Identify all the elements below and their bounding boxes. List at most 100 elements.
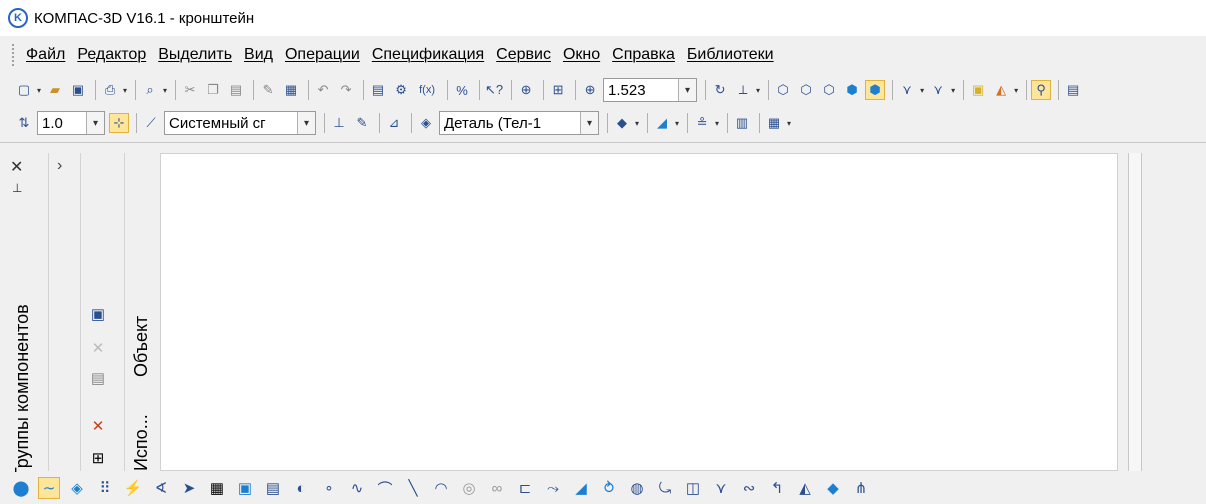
pin-icon[interactable]: ⊥ [12, 181, 22, 195]
zoom-frame-icon[interactable]: ⊞ [548, 80, 568, 100]
display-mode-icon[interactable]: ⋎ [928, 80, 948, 100]
grid-icon[interactable]: ⊹ [109, 113, 129, 133]
new-document-icon[interactable]: ▢ [14, 80, 34, 100]
spiral-icon[interactable]: ◎ [458, 477, 480, 499]
loft-icon[interactable]: ◍ [626, 477, 648, 499]
coord-system-combo[interactable]: Системный сг ▾ [164, 111, 316, 135]
menu-file[interactable]: Файл [26, 46, 65, 64]
unfold-icon[interactable]: ⋔ [850, 477, 872, 499]
curve-icon[interactable]: ∼ [38, 477, 60, 499]
structure-icon[interactable]: ⊞ [87, 447, 109, 469]
open-icon[interactable]: ▰ [45, 80, 65, 100]
line-icon[interactable]: ╲ [402, 477, 424, 499]
chevron-down-icon[interactable]: ▾ [580, 112, 598, 134]
orient-icon[interactable]: ⊿ [384, 113, 404, 133]
dropdown-arrow-icon[interactable]: ▾ [675, 119, 679, 128]
menu-view[interactable]: Вид [244, 46, 273, 64]
layers-icon[interactable]: ≗ [692, 113, 712, 133]
section-icon[interactable]: ▣ [968, 80, 988, 100]
replace-icon[interactable]: ▤ [87, 367, 109, 389]
halftone-edges-icon[interactable]: ⬢ [865, 80, 886, 100]
zoom-combo[interactable]: 1.523 ▾ [603, 78, 698, 102]
toolbar-grip[interactable] [12, 44, 16, 66]
preview-icon[interactable]: ⌕ [140, 80, 160, 100]
dot-icon[interactable]: ∘ [318, 477, 340, 499]
display-filter-icon[interactable]: ⋎ [897, 80, 917, 100]
menu-libraries[interactable]: Библиотеки [687, 46, 774, 64]
chevron-down-icon[interactable]: ▾ [297, 112, 315, 134]
attributes-icon[interactable]: ▦ [764, 113, 784, 133]
sweep-icon[interactable]: ⤿ [654, 477, 676, 499]
dropdown-arrow-icon[interactable]: ▾ [635, 119, 639, 128]
thin-hidden-icon[interactable]: ⬡ [819, 80, 839, 100]
dropdown-arrow-icon[interactable]: ▾ [715, 119, 719, 128]
component-groups-label[interactable]: Группы компонентов [12, 247, 33, 477]
settings-icon[interactable]: ▤ [1063, 80, 1083, 100]
deform-icon[interactable]: ◭ [794, 477, 816, 499]
save-icon[interactable]: ▣ [68, 80, 88, 100]
hidden-lines-icon[interactable]: ⬡ [796, 80, 816, 100]
rotate-icon[interactable]: ↻ [710, 80, 730, 100]
redo-icon[interactable]: ↷ [336, 80, 356, 100]
coord-system-icon[interactable]: ⟋ [141, 113, 161, 133]
chevron-right-icon[interactable]: › [57, 157, 62, 175]
model-canvas[interactable] [160, 153, 1118, 471]
zoom-icon[interactable]: ⊕ [580, 80, 600, 100]
join-icon[interactable]: ∾ [738, 477, 760, 499]
menu-service[interactable]: Сервис [496, 46, 551, 64]
object-type-combo[interactable]: Деталь (Тел-1 ▾ [439, 111, 599, 135]
orientation-icon[interactable]: ⟂ [733, 80, 753, 100]
surface-icon[interactable]: ◈ [66, 477, 88, 499]
dropdown-arrow-icon[interactable]: ▾ [37, 86, 41, 95]
paste-icon[interactable]: ▤ [226, 80, 246, 100]
uses-label[interactable]: Испо... [131, 389, 152, 471]
wireframe-icon[interactable]: ⬡ [773, 80, 793, 100]
menu-operations[interactable]: Операции [285, 46, 360, 64]
chevron-down-icon[interactable]: ▾ [86, 112, 104, 134]
bracket-icon[interactable]: ⊏ [514, 477, 536, 499]
copy-properties-icon[interactable]: ✎ [258, 80, 278, 100]
dropdown-arrow-icon[interactable]: ▾ [163, 86, 167, 95]
square-icon[interactable]: ▣ [234, 477, 256, 499]
menu-window[interactable]: Окно [563, 46, 600, 64]
menu-select[interactable]: Выделить [158, 46, 232, 64]
material-icon[interactable]: ◢ [652, 113, 672, 133]
local-cs-icon[interactable]: ⊥ [329, 113, 349, 133]
angle-icon[interactable]: ∢ [150, 477, 172, 499]
fillet-icon[interactable]: ↰ [766, 477, 788, 499]
chevron-down-icon[interactable]: ▾ [678, 79, 697, 101]
copy-objects-icon[interactable]: ▤ [262, 477, 284, 499]
menu-editor[interactable]: Редактор [77, 46, 146, 64]
sketch-icon[interactable]: ✎ [352, 113, 372, 133]
exclude-icon[interactable]: ✕ [87, 415, 109, 437]
halftone-icon[interactable]: ⬢ [842, 80, 862, 100]
extrude-icon[interactable]: ◢ [570, 477, 592, 499]
polyline-icon[interactable]: ⤳ [542, 477, 564, 499]
points-icon[interactable]: ⠿ [94, 477, 116, 499]
undo-icon[interactable]: ↶ [313, 80, 333, 100]
point-icon[interactable]: ⬤ [10, 477, 32, 499]
delete-icon[interactable]: ✕ [87, 337, 109, 359]
revolve-icon[interactable]: ⥁ [598, 477, 620, 499]
print-icon[interactable]: ⎙ [100, 80, 120, 100]
snap-icon[interactable]: ⚲ [1031, 80, 1052, 100]
trim-icon[interactable]: ⋎ [710, 477, 732, 499]
right-panel-splitter[interactable] [1128, 153, 1142, 471]
dropdown-arrow-icon[interactable]: ▾ [123, 86, 127, 95]
mirror-icon[interactable]: ◐ [290, 477, 312, 499]
dropdown-arrow-icon[interactable]: ▾ [951, 86, 955, 95]
menu-specification[interactable]: Спецификация [372, 46, 484, 64]
properties-icon[interactable]: ▦ [281, 80, 301, 100]
wave-icon[interactable]: ∿ [346, 477, 368, 499]
cut-icon[interactable]: ✂ [180, 80, 200, 100]
variables-icon[interactable]: f(x) [414, 80, 440, 100]
object-label[interactable]: Объект [131, 287, 152, 377]
dropdown-arrow-icon[interactable]: ▾ [920, 86, 924, 95]
library-icon[interactable]: ⚙ [391, 80, 411, 100]
step-combo[interactable]: 1.0 ▾ [37, 111, 105, 135]
copy-icon[interactable]: ❐ [203, 80, 223, 100]
measure-icon[interactable]: % [452, 80, 472, 100]
dropdown-arrow-icon[interactable]: ▾ [787, 119, 791, 128]
help-pointer-icon[interactable]: ↖? [484, 80, 504, 100]
helix-icon[interactable]: ∞ [486, 477, 508, 499]
